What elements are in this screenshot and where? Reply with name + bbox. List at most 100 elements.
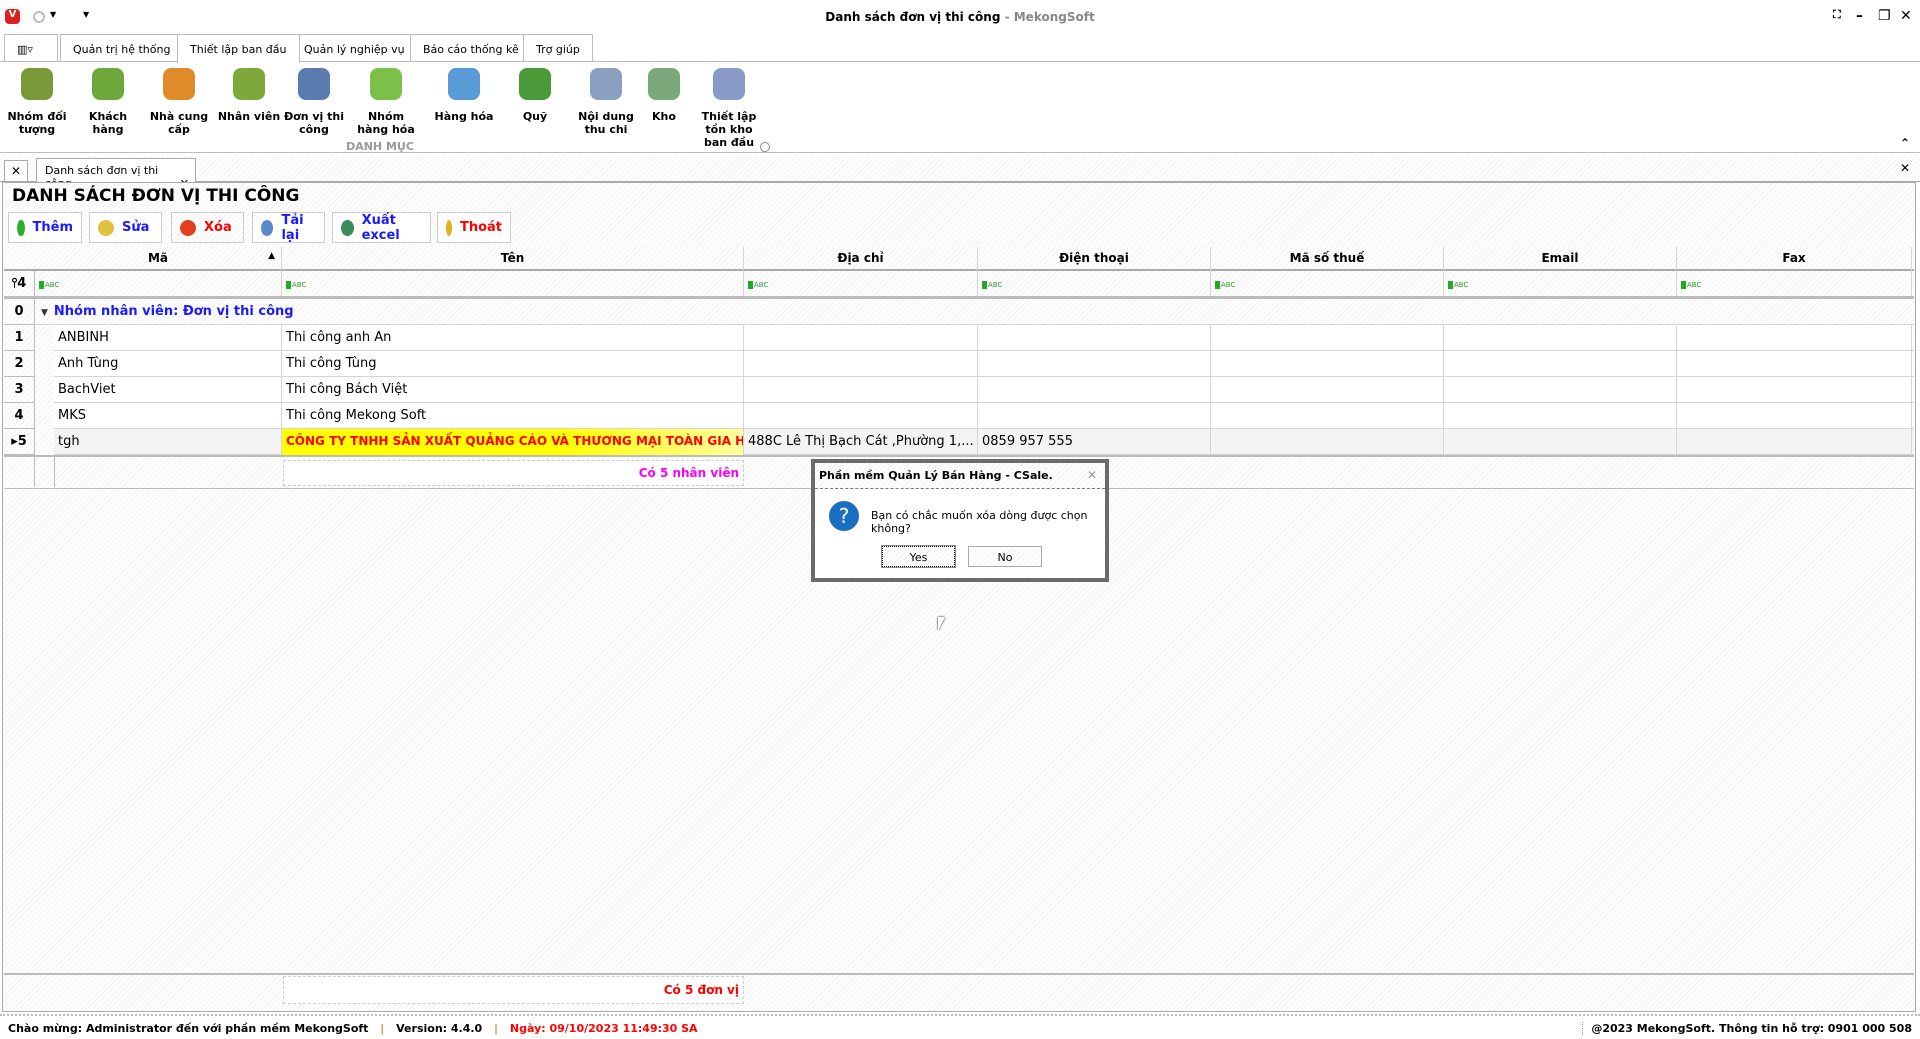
dialog-close-button[interactable]: ✕ — [1087, 468, 1097, 482]
collapse-ribbon-icon[interactable]: ⌃ — [1900, 136, 1910, 150]
table-cell[interactable]: Thi công Mekong Soft — [282, 403, 744, 429]
ribbon-item-0[interactable]: Nhóm đối tượng — [2, 68, 72, 136]
group-dialog-launcher-icon[interactable] — [760, 142, 770, 152]
dialog-titlebar: Phần mềm Quản Lý Bán Hàng - CSale. ✕ — [815, 463, 1105, 489]
table-cell[interactable]: ANBINH — [54, 325, 282, 351]
table-cell[interactable] — [1444, 325, 1677, 351]
column-header[interactable]: Điện thoại — [978, 247, 1211, 271]
ribbon-item-2[interactable]: Nhà cung cấp — [144, 68, 214, 136]
table-cell[interactable] — [1444, 351, 1677, 377]
table-cell[interactable] — [1444, 377, 1677, 403]
filter-cell[interactable]: ABC — [1677, 271, 1912, 296]
table-cell[interactable]: 488C Lê Thị Bạch Cát ,Phường 1,... — [744, 429, 978, 455]
table-cell[interactable] — [1444, 429, 1677, 455]
table-cell[interactable] — [1677, 377, 1912, 403]
table-cell[interactable]: Thi công Tùng — [282, 351, 744, 377]
filter-cell[interactable]: ABC — [978, 271, 1211, 296]
restore-button[interactable]: ❐ — [1878, 8, 1891, 24]
table-cell[interactable] — [1677, 403, 1912, 429]
toolbar-label: Sửa — [122, 220, 150, 235]
group-row[interactable]: ▼ Nhóm nhân viên: Đơn vị thi công — [35, 299, 1914, 325]
table-cell[interactable] — [1677, 351, 1912, 377]
tab-quan-ly-nghiep-vu[interactable]: Quản lý nghiệp vụ — [291, 34, 418, 62]
mouse-cursor-icon — [938, 617, 945, 631]
filter-cell[interactable]: ABC — [1211, 271, 1444, 296]
tab-thiet-lap-ban-dau[interactable]: Thiết lập ban đầu — [177, 34, 300, 63]
table-cell[interactable]: Anh Tùng — [54, 351, 282, 377]
column-header-label: Mã số thuế — [1289, 251, 1365, 265]
table-cell[interactable] — [1444, 403, 1677, 429]
ribbon-app-menu[interactable]: ▥▿ — [4, 34, 58, 62]
table-cell[interactable] — [978, 377, 1211, 403]
filter-cell[interactable]: ABC — [1444, 271, 1677, 296]
table-cell[interactable] — [1677, 429, 1912, 455]
table-cell[interactable] — [978, 403, 1211, 429]
column-header-label: Tên — [500, 251, 525, 265]
no-button[interactable]: No — [968, 546, 1042, 567]
toolbar-button-3[interactable]: Tải lại — [252, 212, 325, 243]
ribbon-item-3[interactable]: Nhân viên — [214, 68, 284, 123]
table-cell[interactable]: tgh — [54, 429, 282, 455]
ribbon-item-9[interactable]: Kho — [629, 68, 699, 123]
collapse-group-icon[interactable]: ▼ — [41, 308, 48, 318]
toolbar-button-1[interactable]: Sửa — [89, 212, 162, 243]
column-header[interactable]: Fax — [1677, 247, 1912, 271]
table-cell[interactable] — [1211, 377, 1444, 403]
filter-abc-icon: ABC — [1215, 281, 1235, 289]
ribbon-item-10[interactable]: Thiết lập tồn kho ban đầu — [694, 68, 764, 149]
table-cell[interactable] — [1677, 325, 1912, 351]
table-cell[interactable]: 0859 957 555 — [978, 429, 1211, 455]
minimize-button[interactable]: – — [1856, 8, 1863, 24]
doc-tab-don-vi-thi-cong[interactable]: Danh sách đơn vị thi công✕ — [36, 158, 196, 190]
yes-button[interactable]: Yes — [881, 545, 956, 568]
tab-tro-giup[interactable]: Trợ giúp — [523, 34, 593, 62]
filter-cell[interactable]: ABC — [282, 271, 744, 296]
window-title: Danh sách đơn vị thi công - MekongSoft — [0, 10, 1920, 24]
column-header[interactable]: Địa chỉ — [744, 247, 978, 271]
toolbar-button-5[interactable]: Thoát — [437, 212, 511, 243]
table-cell[interactable]: Thi công anh An — [282, 325, 744, 351]
fullscreen-icon[interactable]: ⛶ — [1833, 8, 1841, 22]
column-header[interactable]: Mã số thuế — [1211, 247, 1444, 271]
table-cell[interactable] — [744, 351, 978, 377]
table-cell[interactable] — [1211, 403, 1444, 429]
toolbar-icon — [98, 219, 114, 236]
table-cell[interactable] — [744, 325, 978, 351]
table-cell[interactable] — [978, 351, 1211, 377]
close-all-tabs-button[interactable]: ✕ — [4, 160, 28, 182]
table-cell[interactable] — [1211, 351, 1444, 377]
table-cell[interactable] — [744, 377, 978, 403]
row-indicator: 0 — [4, 299, 35, 325]
ribbon-item-4[interactable]: Đơn vị thi công — [279, 68, 349, 136]
toolbar-button-0[interactable]: Thêm — [8, 212, 82, 243]
table-cell[interactable]: BachViet — [54, 377, 282, 403]
column-header[interactable]: Email — [1444, 247, 1677, 271]
ribbon-item-5[interactable]: Nhóm hàng hóa — [351, 68, 421, 136]
toolbar-icon — [446, 219, 452, 236]
ribbon-item-6[interactable]: Hàng hóa — [429, 68, 499, 123]
close-document-button[interactable]: ✕ — [1900, 161, 1910, 175]
tab-bao-cao-thong-ke[interactable]: Báo cáo thống kê — [410, 34, 532, 62]
page-title: DANH SÁCH ĐƠN VỊ THI CÔNG — [12, 186, 300, 206]
close-button[interactable]: ✕ — [1900, 8, 1912, 24]
filter-cell[interactable]: ABC — [744, 271, 978, 296]
table-cell[interactable]: MKS — [54, 403, 282, 429]
column-header-label: Địa chỉ — [837, 251, 884, 265]
table-cell[interactable] — [978, 325, 1211, 351]
column-header[interactable]: Mã ▲ — [35, 247, 282, 271]
ribbon-item-label: Quỹ — [522, 110, 548, 123]
table-cell[interactable] — [1211, 325, 1444, 351]
employee-icon — [233, 68, 265, 100]
toolbar-button-4[interactable]: Xuất excel — [332, 212, 431, 243]
table-cell[interactable]: CÔNG TY TNHH SẢN XUẤT QUẢNG CÁO VÀ THƯƠN… — [282, 429, 744, 455]
column-header[interactable]: Tên — [282, 247, 744, 271]
table-cell[interactable] — [744, 403, 978, 429]
tab-quan-tri-he-thong[interactable]: Quản trị hệ thống — [60, 34, 184, 62]
table-cell[interactable]: Thi công Bách Việt — [282, 377, 744, 403]
filter-cell[interactable]: ABC — [35, 271, 282, 296]
ribbon-item-1[interactable]: Khách hàng — [73, 68, 143, 136]
ribbon-group-label: DANH MỤC — [346, 140, 414, 153]
ribbon-item-7[interactable]: Quỹ — [500, 68, 570, 123]
toolbar-button-2[interactable]: Xóa — [171, 212, 244, 243]
table-cell[interactable] — [1211, 429, 1444, 455]
